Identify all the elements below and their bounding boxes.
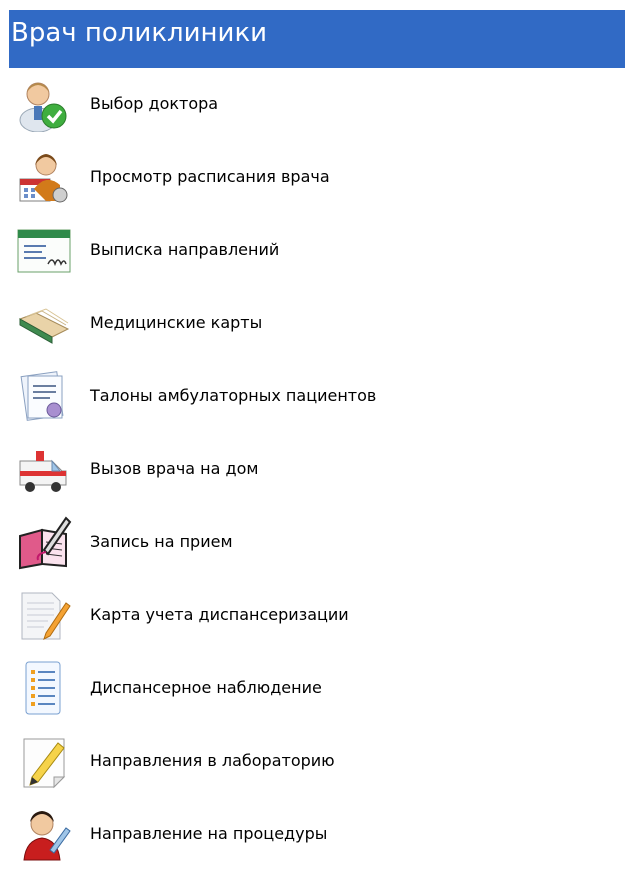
menu-item-dispensary-card[interactable]: Карта учета диспансеризации <box>0 583 625 655</box>
menu-item-label: Направление на процедуры <box>90 824 328 843</box>
menu-item-referrals[interactable]: Выписка направлений <box>0 218 625 290</box>
ambulance-icon <box>16 441 72 497</box>
outpatient-coupon-icon <box>16 368 72 424</box>
edit-note-icon <box>16 733 72 789</box>
menu-item-label: Диспансерное наблюдение <box>90 678 322 697</box>
referral-form-icon <box>16 222 72 278</box>
menu-item-outpatient-coupons[interactable]: Талоны амбулаторных пациентов <box>0 364 625 436</box>
menu-item-lab-referrals[interactable]: Направления в лабораторию <box>0 729 625 801</box>
menu-item-medical-cards[interactable]: Медицинские карты <box>0 291 625 363</box>
menu-item-label: Выписка направлений <box>90 240 280 259</box>
menu-item-label: Направления в лабораторию <box>90 751 335 770</box>
appointment-book-icon <box>16 514 72 570</box>
menu-item-dispensary-observation[interactable]: Диспансерное наблюдение <box>0 656 625 728</box>
panel-header: Врач поликлиники <box>9 10 625 68</box>
menu-item-appointment[interactable]: Запись на прием <box>0 510 625 582</box>
menu-item-doctor-schedule[interactable]: Просмотр расписания врача <box>0 145 625 217</box>
doctor-calendar-icon <box>16 149 72 205</box>
menu-item-label: Запись на прием <box>90 532 233 551</box>
checklist-icon <box>16 660 72 716</box>
menu-item-label: Вызов врача на дом <box>90 459 259 478</box>
menu-item-procedures[interactable]: Направление на процедуры <box>0 802 625 874</box>
menu-item-choose-doctor[interactable]: Выбор доктора <box>0 72 625 144</box>
medical-cards-icon <box>16 295 72 351</box>
menu-item-label: Медицинские карты <box>90 313 263 332</box>
nurse-procedure-icon <box>16 806 72 862</box>
menu-item-label: Карта учета диспансеризации <box>90 605 349 624</box>
panel-title: Врач поликлиники <box>11 18 268 48</box>
menu-item-label: Талоны амбулаторных пациентов <box>90 386 377 405</box>
menu-item-label: Просмотр расписания врача <box>90 167 330 186</box>
doctor-checkmark-icon <box>16 76 72 132</box>
menu-item-home-visit[interactable]: Вызов врача на дом <box>0 437 625 509</box>
document-pencil-icon <box>16 587 72 643</box>
menu-item-label: Выбор доктора <box>90 94 219 113</box>
